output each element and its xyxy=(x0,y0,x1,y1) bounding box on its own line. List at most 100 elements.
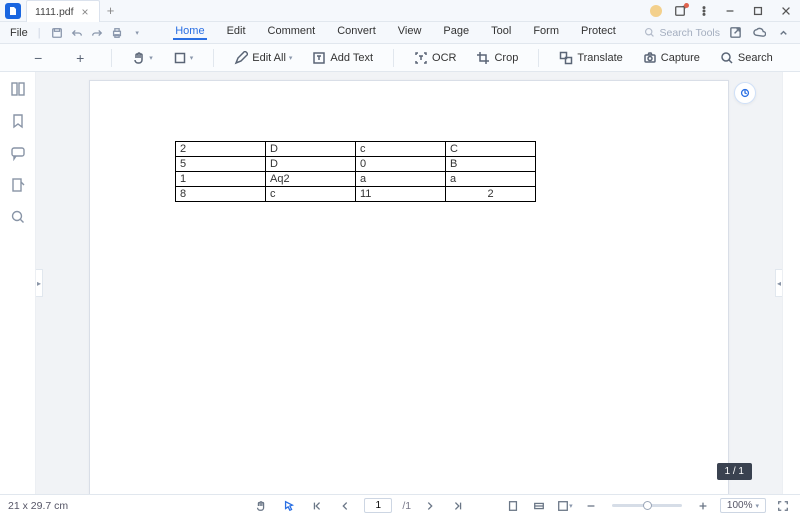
zoom-slider[interactable] xyxy=(612,504,682,507)
table-cell: 11 xyxy=(356,187,446,202)
save-icon[interactable] xyxy=(47,27,67,39)
tab-home[interactable]: Home xyxy=(173,25,206,40)
table-cell: c xyxy=(356,142,446,157)
notification-icon[interactable] xyxy=(668,0,692,21)
right-rail xyxy=(782,72,800,494)
search-panel-icon[interactable] xyxy=(9,208,27,226)
table-cell: a xyxy=(356,172,446,187)
add-text-label: Add Text xyxy=(330,52,373,64)
bookmark-icon[interactable] xyxy=(9,112,27,130)
add-text-button[interactable]: Add Text xyxy=(312,51,373,65)
app-icon xyxy=(0,0,26,21)
edit-all-button[interactable]: Edit All▾ xyxy=(234,51,292,65)
undo-icon[interactable] xyxy=(67,27,87,39)
table-cell: D xyxy=(266,157,356,172)
first-page-icon[interactable] xyxy=(308,497,326,515)
last-page-icon[interactable] xyxy=(449,497,467,515)
tab-label: 1111.pdf xyxy=(35,6,74,18)
expand-right-panel[interactable]: ◂ xyxy=(775,269,782,297)
attachment-icon[interactable] xyxy=(9,176,27,194)
table-cell: B xyxy=(446,157,536,172)
capture-button[interactable]: Capture xyxy=(643,51,700,65)
expand-left-panel[interactable]: ▸ xyxy=(36,269,43,297)
search-button[interactable]: Search xyxy=(720,51,773,65)
ocr-label: OCR xyxy=(432,52,456,64)
hand-tool[interactable]: ▾ xyxy=(132,51,153,65)
search-tools[interactable]: Search Tools xyxy=(644,27,720,39)
view-mode-dropdown[interactable]: ▾ xyxy=(556,497,574,515)
table-cell: 5 xyxy=(176,157,266,172)
table-row: 8 c 11 2 xyxy=(176,187,536,202)
close-icon[interactable]: × xyxy=(82,6,89,18)
tab-edit[interactable]: Edit xyxy=(225,25,248,40)
print-icon[interactable] xyxy=(107,27,127,39)
menubar: File | ▾ Home Edit Comment Convert View … xyxy=(0,22,800,44)
pdf-page: 2 D c C 5 D 0 B 1 Aq2 a a xyxy=(89,80,729,494)
capture-label: Capture xyxy=(661,52,700,64)
chevron-up-icon[interactable] xyxy=(774,26,792,39)
table-cell: c xyxy=(266,187,356,202)
comment-icon[interactable] xyxy=(9,144,27,162)
total-pages: /1 xyxy=(402,500,411,512)
viewer-body: ▸ 2 D c C 5 D 0 B 1 Aq2 a xyxy=(0,72,800,494)
redo-icon[interactable] xyxy=(87,27,107,39)
tab-document[interactable]: 1111.pdf × xyxy=(26,0,100,22)
fit-width-icon[interactable] xyxy=(530,497,548,515)
table-row: 2 D c C xyxy=(176,142,536,157)
table-cell: 2 xyxy=(176,142,266,157)
table-cell: 2 xyxy=(446,187,536,202)
table-cell: a xyxy=(446,172,536,187)
table-cell: C xyxy=(446,142,536,157)
statusbar: 21 x 29.7 cm /1 ▾ 100%▾ xyxy=(0,494,800,516)
translate-button[interactable]: Translate xyxy=(559,51,622,65)
add-tab-button[interactable]: + xyxy=(100,0,122,21)
ocr-button[interactable]: OCR xyxy=(414,51,456,65)
quick-dropdown[interactable]: ▾ xyxy=(127,29,147,37)
prev-page-icon[interactable] xyxy=(336,497,354,515)
hand-mode-icon[interactable] xyxy=(252,497,270,515)
select-tool[interactable]: ▾ xyxy=(173,51,194,65)
fit-page-icon[interactable] xyxy=(504,497,522,515)
crop-label: Crop xyxy=(494,52,518,64)
zoom-out-button[interactable]: − xyxy=(27,50,49,66)
zoom-in-status[interactable] xyxy=(694,497,712,515)
minimize-button[interactable] xyxy=(716,0,744,21)
thumbnails-icon[interactable] xyxy=(9,80,27,98)
edit-all-label: Edit All xyxy=(252,52,286,64)
fullscreen-icon[interactable] xyxy=(774,497,792,515)
tab-page[interactable]: Page xyxy=(441,25,471,40)
share-icon[interactable] xyxy=(726,26,744,39)
tab-view[interactable]: View xyxy=(396,25,424,40)
tab-protect[interactable]: Protect xyxy=(579,25,618,40)
table-cell: 1 xyxy=(176,172,266,187)
cloud-icon[interactable] xyxy=(750,26,768,39)
table-cell: 8 xyxy=(176,187,266,202)
kebab-menu-icon[interactable] xyxy=(692,0,716,21)
titlebar: 1111.pdf × + xyxy=(0,0,800,22)
tab-convert[interactable]: Convert xyxy=(335,25,378,40)
page-dimensions: 21 x 29.7 cm xyxy=(8,500,68,512)
tab-form[interactable]: Form xyxy=(531,25,561,40)
select-mode-icon[interactable] xyxy=(280,497,298,515)
left-rail xyxy=(0,72,36,494)
maximize-button[interactable] xyxy=(744,0,772,21)
tab-comment[interactable]: Comment xyxy=(266,25,318,40)
translate-label: Translate xyxy=(577,52,622,64)
ai-assistant-button[interactable] xyxy=(734,82,756,104)
zoom-in-button[interactable]: + xyxy=(69,50,91,66)
page-number-input[interactable] xyxy=(364,498,392,513)
page-indicator: 1 / 1 xyxy=(717,463,752,480)
next-page-icon[interactable] xyxy=(421,497,439,515)
zoom-level[interactable]: 100%▾ xyxy=(720,498,766,513)
close-window-button[interactable] xyxy=(772,0,800,21)
zoom-out-status[interactable] xyxy=(582,497,600,515)
viewer[interactable]: 2 D c C 5 D 0 B 1 Aq2 a a xyxy=(36,72,782,494)
tab-tool[interactable]: Tool xyxy=(489,25,513,40)
avatar[interactable] xyxy=(644,0,668,21)
document-table: 2 D c C 5 D 0 B 1 Aq2 a a xyxy=(175,141,536,202)
menu-file[interactable]: File xyxy=(0,27,38,39)
crop-button[interactable]: Crop xyxy=(476,51,518,65)
table-cell: Aq2 xyxy=(266,172,356,187)
table-cell: D xyxy=(266,142,356,157)
toolbar: − + ▾ ▾ Edit All▾ Add Text OCR Crop Tran… xyxy=(0,44,800,72)
